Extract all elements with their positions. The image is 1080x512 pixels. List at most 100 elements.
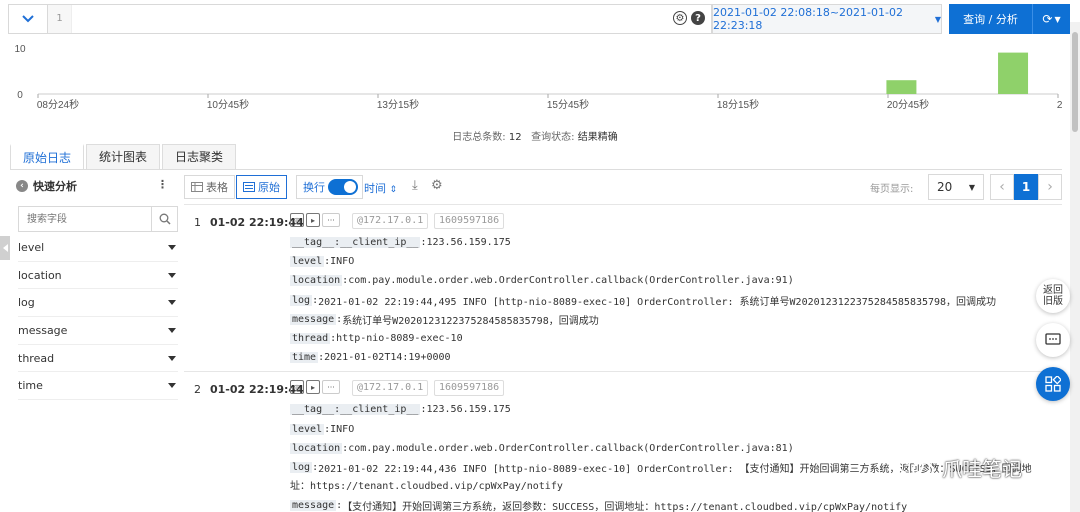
histogram[interactable]: 10 0 08分24秒 10分45秒 13分15秒 15分45秒 18分15秒 20分45秒 2… — [0, 38, 1062, 118]
collapse-toggle-button[interactable] — [8, 4, 48, 34]
chat-icon — [1045, 333, 1061, 345]
apps-button[interactable] — [1036, 367, 1070, 401]
field-value[interactable]: 123.56.159.175 — [426, 404, 510, 415]
field-value[interactable]: com.pay.module.order.web.OrderController… — [348, 443, 794, 454]
time-sort-button[interactable]: 时间 ⇕ — [364, 180, 397, 196]
quick-analysis-header[interactable]: ‹ 快速分析 — [10, 174, 180, 198]
caret-down-icon: ▼ — [934, 14, 941, 24]
download-icon[interactable]: ⤓ — [412, 178, 418, 193]
field-key[interactable]: time — [290, 352, 319, 364]
field-item-message[interactable]: message — [18, 317, 178, 345]
next-page-button[interactable]: › — [1038, 174, 1062, 200]
field-search-button[interactable] — [151, 207, 177, 231]
field-list: level location log message thread time — [18, 234, 178, 401]
caret-down-icon — [168, 272, 176, 278]
list-icon — [243, 182, 255, 192]
time-sort-label: 时间 — [364, 182, 386, 195]
livetail-icon[interactable]: ▸ — [306, 380, 320, 395]
back-to-old-version-button[interactable]: 返回旧版 — [1036, 279, 1070, 313]
time-range-picker[interactable]: 2021-01-02 22:08:18~2021-01-02 22:23:18 … — [712, 4, 942, 34]
more-options-icon[interactable]: ⋮ — [157, 178, 168, 191]
refresh-button[interactable]: ⟳ ▼ — [1033, 4, 1070, 34]
log-field: message: 【支付通知】开始回调第三方系统，返回参数：SUCCESS，回调地… — [290, 498, 908, 512]
apps-grid-icon — [1045, 376, 1061, 392]
log-field: log:2021-01-02 22:19:44,495 INFO [http-n… — [290, 293, 997, 308]
histogram-chart[interactable]: 10 0 08分24秒 10分45秒 13分15秒 15分45秒 18分15秒 20分45秒 2… — [0, 38, 1062, 118]
raw-view-button[interactable]: 原始 — [236, 175, 287, 199]
help-icon[interactable]: ? — [691, 11, 705, 25]
field-value[interactable]: 123.56.159.175 — [426, 237, 510, 248]
watermark-text: 爪哇笔记 — [942, 456, 1022, 481]
prev-page-button[interactable]: ‹ — [990, 174, 1014, 200]
x-tick-label: 13分15秒 — [377, 98, 419, 111]
search-analyze-button[interactable]: 查询 / 分析 — [949, 4, 1033, 34]
caret-down-icon — [168, 355, 176, 361]
query-settings-icon[interactable]: ⚙ — [673, 11, 687, 25]
query-input[interactable]: 1 ⚙ ? — [48, 4, 712, 34]
livetail-icon[interactable]: ▸ — [306, 213, 320, 227]
watermark: 爪哇笔记 — [896, 452, 1022, 482]
page-scrollbar[interactable] — [1070, 22, 1080, 512]
histogram-bar[interactable] — [998, 52, 1029, 94]
query-bar: 1 ⚙ ? 2021-01-02 22:08:18~2021-01-02 22:… — [8, 4, 1070, 34]
summary-count: 12 — [508, 132, 522, 143]
field-value[interactable]: 【支付通知】开始回调第三方系统，返回参数：SUCCESS，回调地址：https:… — [342, 498, 907, 512]
chevron-right-icon: › — [1047, 179, 1053, 195]
field-item-time[interactable]: time — [18, 372, 178, 401]
sort-icon: ⇕ — [389, 185, 398, 195]
tab-charts[interactable]: 统计图表 — [86, 144, 161, 170]
field-key[interactable]: location — [290, 275, 343, 287]
field-item-thread[interactable]: thread — [18, 345, 178, 373]
time-range-text: 2021-01-02 22:08:18~2021-01-02 22:23:18 — [713, 6, 903, 32]
line-wrap-toggle[interactable] — [328, 179, 358, 195]
field-value[interactable]: INFO — [330, 424, 354, 435]
field-key[interactable]: message — [290, 313, 337, 325]
x-tick-label: 18分15秒 — [717, 98, 759, 111]
field-item-log[interactable]: log — [18, 289, 178, 318]
histogram-bar[interactable] — [886, 80, 917, 94]
field-value[interactable]: 系统订单号W2020123122375284585835798，回调成功 — [342, 312, 599, 327]
field-key[interactable]: thread — [290, 333, 331, 345]
field-key[interactable]: location — [290, 442, 343, 454]
histogram-summary: 日志总条数: 12 查询状态: 结果精确 — [0, 128, 1070, 143]
context-browse-icon[interactable]: ◎ — [290, 380, 304, 395]
more-actions-icon[interactable]: ··· — [322, 380, 340, 395]
field-value[interactable]: 2021-01-02T14:19+0000 — [324, 352, 450, 363]
per-page-select[interactable]: 20 ▼ — [928, 174, 984, 200]
caret-down-icon: ▼ — [1054, 14, 1061, 24]
tab-raw-logs[interactable]: 原始日志 — [10, 144, 85, 170]
settings-gear-icon[interactable]: ⚙ — [431, 178, 443, 193]
field-item-location[interactable]: location — [18, 262, 178, 290]
context-browse-icon[interactable]: ◎ — [290, 213, 304, 227]
current-page-button[interactable]: 1 — [1014, 174, 1038, 200]
field-key[interactable]: level — [290, 256, 325, 268]
caret-down-icon — [168, 244, 176, 250]
field-key[interactable]: log — [290, 294, 313, 306]
field-key[interactable]: level — [290, 423, 325, 435]
collapse-left-icon[interactable]: ‹ — [16, 180, 28, 192]
more-actions-icon[interactable]: ··· — [322, 213, 340, 227]
panel-collapse-handle[interactable] — [0, 236, 10, 260]
field-search-input[interactable] — [19, 207, 151, 231]
log-field: time:2021-01-02T14:19+0000 — [290, 352, 451, 364]
feedback-button[interactable] — [1036, 323, 1070, 357]
x-tick-label: 08分24秒 — [37, 98, 79, 111]
log-index: 1 — [194, 216, 201, 229]
field-item-level[interactable]: level — [18, 234, 178, 262]
field-key[interactable]: __tag__:__client_ip__ — [290, 237, 421, 249]
field-value[interactable]: INFO — [330, 256, 354, 267]
field-value[interactable]: com.pay.module.order.web.OrderController… — [348, 275, 794, 286]
view-tabs: 原始日志 统计图表 日志聚类 — [10, 144, 237, 170]
field-value[interactable]: http-nio-8089-exec-10 — [336, 333, 462, 344]
per-page-label: 每页显示: — [870, 184, 914, 195]
field-value[interactable]: 2021-01-02 22:19:44,495 INFO [http-nio-8… — [318, 293, 996, 308]
query-line-number: 1 — [48, 5, 72, 33]
caret-down-icon — [168, 300, 176, 306]
line-wrap-control: 换行 — [296, 175, 363, 199]
field-key[interactable]: log — [290, 461, 313, 473]
tab-log-cluster[interactable]: 日志聚类 — [162, 144, 237, 170]
table-view-button[interactable]: 表格 — [184, 175, 235, 199]
field-key[interactable]: message — [290, 500, 337, 512]
scrollbar-thumb[interactable] — [1072, 32, 1078, 132]
field-key[interactable]: __tag__:__client_ip__ — [290, 404, 421, 416]
